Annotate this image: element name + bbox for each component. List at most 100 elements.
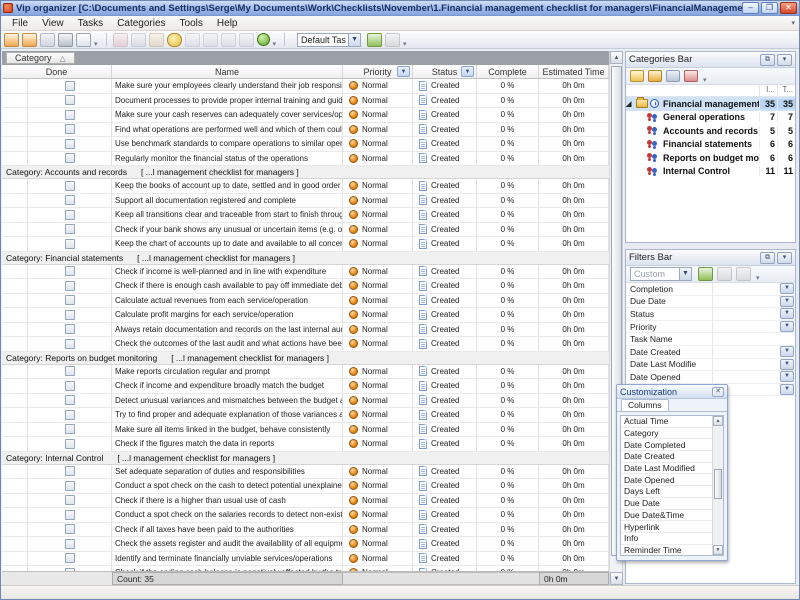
done-checkbox[interactable] bbox=[65, 139, 75, 149]
done-checkbox[interactable] bbox=[65, 439, 75, 449]
column-list-item[interactable]: Due Date bbox=[621, 498, 712, 510]
task-row[interactable]: Check if your bank shows any unusual or … bbox=[2, 223, 609, 238]
collapse-panel-icon[interactable]: ▾ bbox=[777, 252, 792, 264]
task-name-cell[interactable]: Keep the books of account up to date, se… bbox=[112, 179, 343, 194]
task-row[interactable]: Document processes to provide proper int… bbox=[2, 94, 609, 109]
task-name-cell[interactable]: Make sure your cash reserves can adequat… bbox=[112, 108, 343, 123]
menu-view[interactable]: View bbox=[35, 16, 71, 30]
task-row[interactable]: Check if income and expenditure broadly … bbox=[2, 379, 609, 394]
task-row[interactable]: Make sure your employees clearly underst… bbox=[2, 79, 609, 94]
customization-title-bar[interactable]: Customization ✕ bbox=[617, 385, 727, 399]
mark-complete-icon[interactable] bbox=[221, 33, 236, 47]
task-row[interactable]: Keep the chart of accounts up to date an… bbox=[2, 237, 609, 252]
task-row[interactable]: Make sure all items linked in the budget… bbox=[2, 423, 609, 438]
filter-row-completion[interactable]: Completion▼ bbox=[626, 283, 795, 296]
filter-value-field[interactable] bbox=[712, 359, 780, 371]
filter-preset-combobox[interactable]: Custom ▼ bbox=[630, 267, 692, 281]
minimize-button[interactable]: – bbox=[742, 2, 759, 14]
new-category-icon[interactable] bbox=[648, 70, 662, 82]
filter-dropdown-icon[interactable]: ▼ bbox=[780, 321, 794, 332]
edit-category-icon[interactable] bbox=[666, 70, 680, 82]
column-header-name[interactable]: Name bbox=[112, 65, 343, 78]
task-row[interactable]: Find what operations are performed well … bbox=[2, 123, 609, 138]
group-by-category-button[interactable]: Category △ bbox=[6, 52, 75, 64]
column-filter-dropdown-icon[interactable]: ▼ bbox=[397, 66, 410, 77]
view-task-icon[interactable] bbox=[167, 33, 182, 47]
filter-row-task-name[interactable]: Task Name bbox=[626, 333, 795, 346]
tree-expander-icon[interactable]: ◢ bbox=[626, 100, 634, 108]
collapse-panel-icon[interactable]: ▾ bbox=[777, 54, 792, 66]
done-checkbox[interactable] bbox=[65, 153, 75, 163]
task-filter-combobox[interactable]: Default Tas ▼ bbox=[297, 33, 361, 47]
category-group-row[interactable]: Category: Internal Control[ ...l managem… bbox=[2, 452, 609, 465]
task-name-cell[interactable]: Support all documentation registered and… bbox=[112, 194, 343, 209]
done-checkbox[interactable] bbox=[65, 381, 75, 391]
column-list-item[interactable]: Date Completed bbox=[621, 439, 712, 451]
column-header-done[interactable]: Done bbox=[2, 65, 112, 78]
move-up-icon[interactable] bbox=[185, 33, 200, 47]
done-checkbox[interactable] bbox=[65, 395, 75, 405]
apply-filter-icon[interactable] bbox=[698, 267, 713, 281]
task-row[interactable]: Check if the figures match the data in r… bbox=[2, 437, 609, 452]
column-header-complete[interactable]: Complete bbox=[477, 65, 539, 78]
done-checkbox[interactable] bbox=[65, 81, 75, 91]
task-row[interactable]: Support all documentation registered and… bbox=[2, 194, 609, 209]
task-row[interactable]: Calculate actual revenues from each serv… bbox=[2, 294, 609, 309]
task-row[interactable]: Check if all taxes have been paid to the… bbox=[2, 523, 609, 538]
restore-button[interactable]: ❐ bbox=[761, 2, 778, 14]
toolbar-overflow-icon[interactable]: ▾ bbox=[93, 40, 100, 48]
column-header-estimated-time[interactable]: Estimated Time bbox=[539, 65, 609, 78]
priority-icon[interactable] bbox=[257, 33, 270, 46]
combo-dropdown-icon[interactable]: ▼ bbox=[679, 268, 691, 280]
filter-value-field[interactable] bbox=[712, 296, 780, 308]
filter-dropdown-icon[interactable]: ▼ bbox=[780, 371, 794, 382]
filter-value-field[interactable] bbox=[712, 333, 795, 345]
task-name-cell[interactable]: Make reports circulation regular and pro… bbox=[112, 365, 343, 380]
task-row[interactable]: Conduct a spot check on the cash to dete… bbox=[2, 479, 609, 494]
done-checkbox[interactable] bbox=[65, 553, 75, 563]
column-filter-dropdown-icon[interactable]: ▼ bbox=[461, 66, 474, 77]
filter-dropdown-icon[interactable]: ▼ bbox=[780, 346, 794, 357]
task-name-cell[interactable]: Check if your bank shows any unusual or … bbox=[112, 223, 343, 238]
move-down-icon[interactable] bbox=[203, 33, 218, 47]
task-row[interactable]: Detect unusual variances and mismatches … bbox=[2, 394, 609, 409]
done-checkbox[interactable] bbox=[65, 239, 75, 249]
tree-category-item[interactable]: General operations77 bbox=[626, 111, 795, 125]
done-checkbox[interactable] bbox=[65, 339, 75, 349]
mark-incomplete-icon[interactable] bbox=[239, 33, 254, 47]
task-name-cell[interactable]: Check if there is enough cash available … bbox=[112, 279, 343, 294]
filter-dropdown-icon[interactable]: ▼ bbox=[780, 308, 794, 319]
done-checkbox[interactable] bbox=[65, 95, 75, 105]
done-checkbox[interactable] bbox=[65, 410, 75, 420]
task-name-cell[interactable]: Make sure your employees clearly underst… bbox=[112, 79, 343, 94]
task-name-cell[interactable]: Check if all taxes have been paid to the… bbox=[112, 523, 343, 538]
column-list-item[interactable]: Date Last Modified bbox=[621, 463, 712, 475]
task-row[interactable]: Regularly monitor the financial status o… bbox=[2, 152, 609, 167]
task-row[interactable]: Conduct a spot check on the salaries rec… bbox=[2, 508, 609, 523]
menu-tasks[interactable]: Tasks bbox=[71, 16, 111, 30]
task-name-cell[interactable]: Use benchmark standards to compare opera… bbox=[112, 137, 343, 152]
done-checkbox[interactable] bbox=[65, 495, 75, 505]
delete-filter-icon[interactable] bbox=[736, 267, 751, 281]
task-name-cell[interactable]: Always retain documentation and records … bbox=[112, 323, 343, 338]
done-checkbox[interactable] bbox=[65, 481, 75, 491]
category-group-row[interactable]: Category: Reports on budget monitoring[ … bbox=[2, 352, 609, 365]
remove-filter-icon[interactable] bbox=[385, 33, 400, 47]
done-checkbox[interactable] bbox=[65, 281, 75, 291]
column-list-item[interactable]: Info bbox=[621, 533, 712, 545]
task-row[interactable]: Set adequate separation of duties and re… bbox=[2, 465, 609, 480]
task-name-cell[interactable]: Conduct a spot check on the cash to dete… bbox=[112, 479, 343, 494]
done-checkbox[interactable] bbox=[65, 510, 75, 520]
task-name-cell[interactable]: Calculate actual revenues from each serv… bbox=[112, 294, 343, 309]
delete-task-icon[interactable] bbox=[113, 33, 128, 47]
column-list-item[interactable]: Due Date&Time bbox=[621, 510, 712, 522]
scrollbar-thumb[interactable] bbox=[714, 469, 722, 500]
scroll-up-icon[interactable]: ▲ bbox=[610, 51, 623, 64]
task-row[interactable]: Calculate profit margins for each servic… bbox=[2, 308, 609, 323]
drag-task-icon[interactable] bbox=[149, 33, 164, 47]
scroll-down-icon[interactable]: ▼ bbox=[610, 572, 623, 585]
menu-help[interactable]: Help bbox=[210, 16, 245, 30]
edit-task-icon[interactable] bbox=[131, 33, 146, 47]
new-checklist-icon[interactable] bbox=[630, 70, 644, 82]
column-header-priority[interactable]: Priority▼ bbox=[343, 65, 413, 78]
